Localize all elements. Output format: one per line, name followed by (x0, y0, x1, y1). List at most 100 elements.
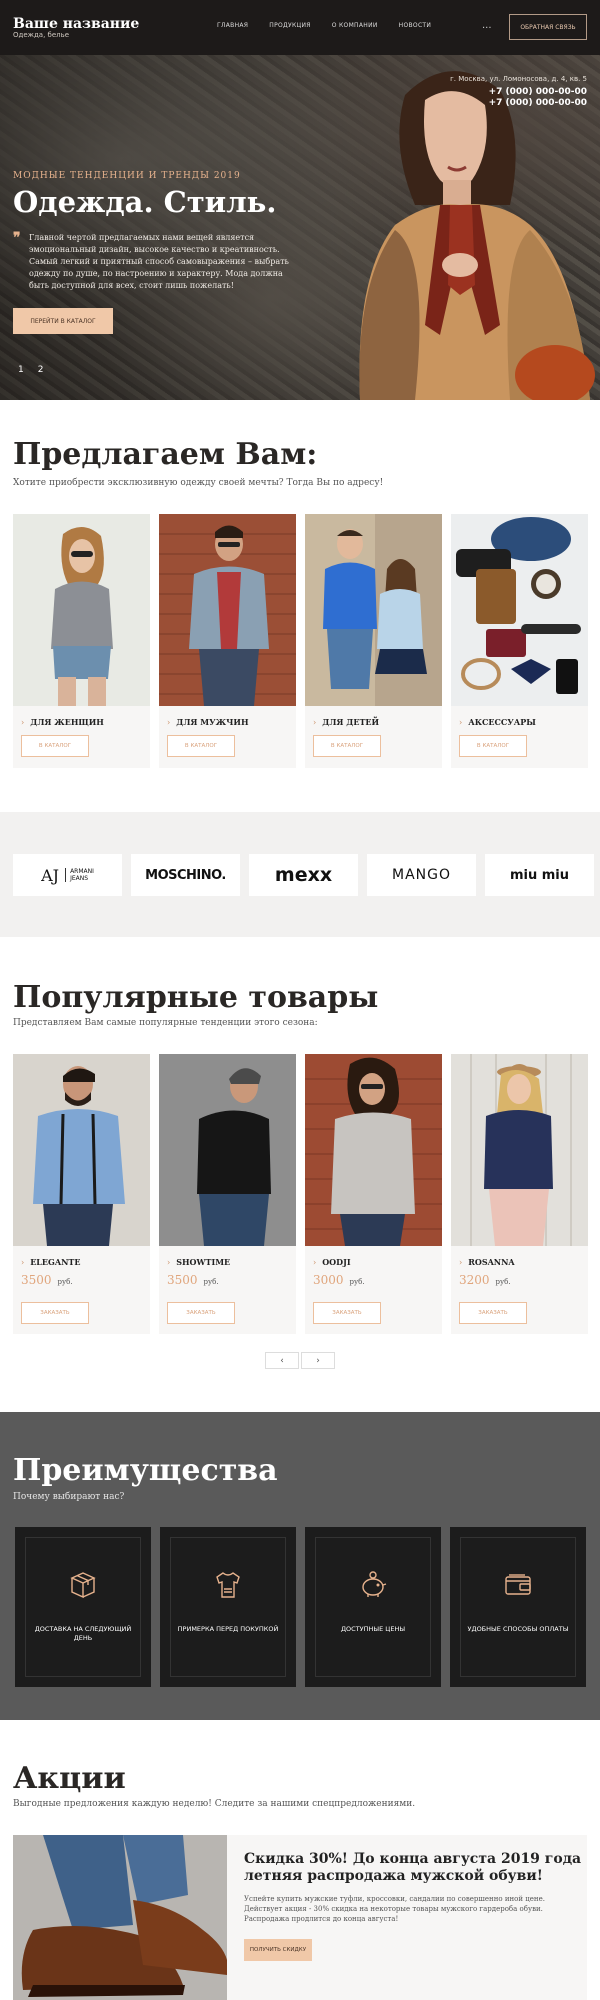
product-name: Elegante (21, 1257, 80, 1267)
category-catalog-button[interactable]: В каталог (21, 735, 89, 757)
price-value: 3500 (167, 1273, 198, 1287)
hero-tagline: Модные тенденции и тренды 2019 (13, 171, 241, 181)
price-currency: руб. (349, 1278, 365, 1286)
price-value: 3500 (21, 1273, 52, 1287)
nav-item-news[interactable]: Новости (399, 22, 432, 29)
popular-title: Популярные товары (13, 980, 379, 1015)
price-currency: руб. (203, 1278, 219, 1286)
category-name: Для мужчин (167, 717, 248, 727)
women-category-image (13, 514, 150, 706)
category-catalog-button[interactable]: В каталог (167, 735, 235, 757)
next-arrow-icon[interactable]: › (301, 1352, 335, 1369)
advantage-card-prices: Доступные цены (305, 1527, 441, 1687)
kids-category-image (305, 514, 442, 706)
product-image-showtime (159, 1054, 296, 1246)
product-image-rosanna (451, 1054, 588, 1246)
product-name: Oodji (313, 1257, 350, 1267)
category-card-accessories[interactable]: Аксессуары В каталог (451, 514, 588, 768)
order-button[interactable]: Заказать (21, 1302, 89, 1324)
header-contacts: г. Москва, ул. Ломоносова, д. 4, кв. 5 +… (450, 75, 587, 109)
category-name: Для женщин (21, 717, 104, 727)
order-button[interactable]: Заказать (459, 1302, 527, 1324)
address: г. Москва, ул. Ломоносова, д. 4, кв. 5 (450, 75, 587, 83)
brand-logo-mexx[interactable]: mexx (249, 854, 358, 896)
product-price: 3500 руб. (167, 1273, 219, 1287)
advantage-label: Примерка перед покупкой (177, 1625, 279, 1633)
brand-logo-moschino[interactable]: MOSCHINO. (131, 854, 240, 896)
brand-logos: AJ ARMANI JEANS MOSCHINO. mexx MANGO miu… (13, 854, 594, 896)
armani-sub: JEANS (70, 875, 89, 882)
advantage-card-fitting: Примерка перед покупкой (160, 1527, 296, 1687)
slide-dot-1[interactable]: 1 (18, 365, 24, 375)
slide-dot-2[interactable]: 2 (38, 365, 44, 375)
product-name: Showtime (167, 1257, 230, 1267)
brand-logo-armani[interactable]: AJ ARMANI JEANS (13, 854, 122, 896)
accessories-category-image (451, 514, 588, 706)
hero-quote: ❞ Главной чертой предлагаемых нами вещей… (13, 230, 303, 292)
advantage-label: Доставка на следующий день (34, 1625, 132, 1642)
callback-button[interactable]: Обратная связь (509, 14, 587, 40)
site-subtitle: Одежда, белье (13, 31, 70, 39)
prev-arrow-icon[interactable]: ‹ (265, 1352, 299, 1369)
site-header: Ваше название Одежда, белье Главная Прод… (0, 0, 600, 55)
main-nav: Главная Продукция О компании Новости (217, 22, 452, 29)
brand-logo-miumiu[interactable]: miu miu (485, 854, 594, 896)
product-image-elegante (13, 1054, 150, 1246)
offer-subtitle: Хотите приобрести эксклюзивную одежду св… (13, 478, 384, 488)
product-price: 3500 руб. (21, 1273, 73, 1287)
category-cards: Для женщин В каталог Для мужчин В катало… (13, 514, 588, 768)
promo-card-text: Успейте купить мужские туфли, кроссовки,… (244, 1895, 545, 1923)
advantages-subtitle: Почему выбирают нас? (13, 1492, 125, 1502)
category-card-men[interactable]: Для мужчин В каталог (159, 514, 296, 768)
wallet-icon (505, 1574, 531, 1595)
price-currency: руб. (57, 1278, 73, 1286)
advantage-cards: Доставка на следующий день Примерка пере… (15, 1527, 586, 1687)
category-name: Аксессуары (459, 717, 536, 727)
site-title[interactable]: Ваше название (13, 16, 139, 32)
get-discount-button[interactable]: Получить скидку (244, 1939, 312, 1961)
price-value: 3200 (459, 1273, 490, 1287)
quote-icon: ❞ (13, 230, 21, 246)
hero-quote-text: Главной чертой предлагаемых нами вещей я… (29, 233, 289, 290)
slider-pagination: 1 2 (18, 365, 43, 375)
nav-more-menu[interactable]: ... (482, 20, 492, 31)
mexx-name: mexx (274, 864, 333, 886)
order-button[interactable]: Заказать (167, 1302, 235, 1324)
armani-name: ARMANI (70, 868, 94, 875)
advantage-card-delivery: Доставка на следующий день (15, 1527, 151, 1687)
brand-logo-mango[interactable]: MANGO (367, 854, 476, 896)
product-card[interactable]: Showtime 3500 руб. Заказать (159, 1054, 296, 1334)
phone-2[interactable]: +7 (000) 000-00-00 (450, 98, 587, 109)
category-card-women[interactable]: Для женщин В каталог (13, 514, 150, 768)
catalog-button[interactable]: Перейти в каталог (13, 308, 113, 334)
product-card[interactable]: Elegante 3500 руб. Заказать (13, 1054, 150, 1334)
piggy-bank-icon (362, 1571, 387, 1597)
offer-title: Предлагаем Вам: (13, 437, 318, 472)
nav-item-home[interactable]: Главная (217, 22, 248, 29)
advantage-label: Удобные способы оплаты (467, 1625, 569, 1633)
category-catalog-button[interactable]: В каталог (459, 735, 527, 757)
nav-item-products[interactable]: Продукция (269, 22, 310, 29)
category-card-kids[interactable]: Для детей В каталог (305, 514, 442, 768)
price-currency: руб. (495, 1278, 511, 1286)
promo-subtitle: Выгодные предложения каждую неделю! След… (13, 1799, 416, 1809)
moschino-name: MOSCHINO. (145, 867, 226, 883)
delivery-box-icon (70, 1572, 96, 1599)
product-card[interactable]: Oodji 3000 руб. Заказать (305, 1054, 442, 1334)
product-image-oodji (305, 1054, 442, 1246)
mango-name: MANGO (392, 867, 451, 883)
promo-card-title: Скидка 30%! До конца августа 2019 года л… (244, 1851, 582, 1884)
category-name: Для детей (313, 717, 379, 727)
product-price: 3000 руб. (313, 1273, 365, 1287)
price-value: 3000 (313, 1273, 344, 1287)
product-cards: Elegante 3500 руб. Заказать Showtime 3500… (13, 1054, 588, 1334)
order-button[interactable]: Заказать (313, 1302, 381, 1324)
product-card[interactable]: Rosanna 3200 руб. Заказать (451, 1054, 588, 1334)
advantage-label: Доступные цены (340, 1625, 406, 1633)
tshirt-icon (216, 1572, 240, 1598)
category-catalog-button[interactable]: В каталог (313, 735, 381, 757)
nav-item-about[interactable]: О компании (332, 22, 378, 29)
men-category-image (159, 514, 296, 706)
advantages-title: Преимущества (13, 1453, 278, 1488)
phone-1[interactable]: +7 (000) 000-00-00 (450, 87, 587, 98)
